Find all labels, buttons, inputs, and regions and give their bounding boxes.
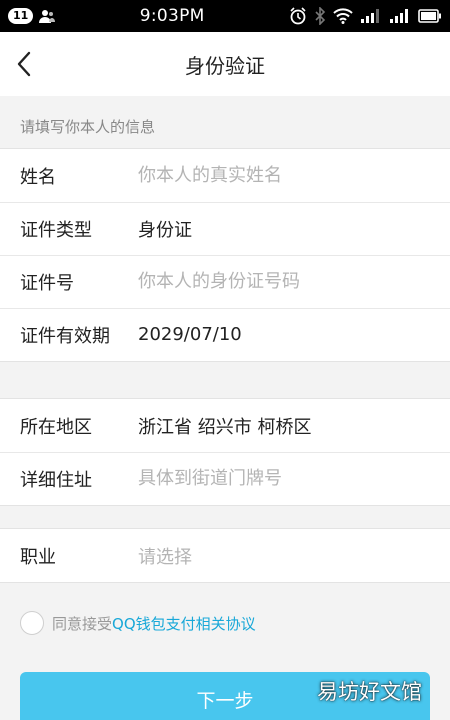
wifi-icon	[333, 8, 353, 24]
job-form-group: 职业 请选择	[0, 528, 450, 583]
id-type-label: 证件类型	[20, 219, 92, 241]
address-form-group: 所在地区 浙江省 绍兴市 柯桥区 详细住址	[0, 398, 450, 506]
page-title: 身份验证	[185, 53, 265, 78]
nav-bar: 身份验证	[0, 32, 450, 96]
section-hint: 请填写你本人的信息	[0, 96, 450, 148]
name-input[interactable]	[138, 165, 450, 186]
id-expiry-value[interactable]: 2029/07/10	[138, 324, 450, 345]
id-type-value[interactable]: 身份证	[138, 216, 450, 242]
region-value[interactable]: 浙江省 绍兴市 柯桥区	[138, 413, 450, 439]
status-time: 9:03PM	[139, 6, 205, 26]
bluetooth-icon	[315, 7, 326, 25]
address-row[interactable]: 详细住址	[0, 452, 450, 505]
battery-icon	[418, 9, 441, 23]
chevron-left-icon	[17, 51, 31, 77]
region-row[interactable]: 所在地区 浙江省 绍兴市 柯桥区	[0, 399, 450, 452]
id-number-row[interactable]: 证件号	[0, 255, 450, 308]
name-row[interactable]: 姓名	[0, 149, 450, 202]
agreement-prefix: 同意接受	[52, 614, 113, 633]
id-expiry-label: 证件有效期	[20, 325, 110, 347]
agreement-row: 同意接受 QQ钱包支付相关协议	[0, 583, 450, 663]
agreement-link[interactable]: QQ钱包支付相关协议	[112, 613, 256, 634]
address-value	[138, 468, 450, 489]
id-expiry-row[interactable]: 证件有效期 2029/07/10	[0, 308, 450, 361]
contacts-icon	[39, 10, 56, 23]
status-right	[289, 7, 442, 25]
id-number-label: 证件号	[20, 272, 74, 294]
signal-icon-2	[390, 9, 408, 23]
region-label: 所在地区	[20, 416, 92, 438]
id-type-row[interactable]: 证件类型 身份证	[0, 202, 450, 255]
status-left: 11	[8, 8, 56, 24]
name-value	[138, 165, 450, 186]
address-label: 详细住址	[20, 469, 92, 491]
watermark: 易坊好文馆	[317, 680, 422, 704]
job-row[interactable]: 职业 请选择	[0, 529, 450, 582]
signal-icon-1	[361, 9, 379, 23]
id-number-input[interactable]	[138, 271, 450, 292]
alarm-icon	[290, 7, 306, 25]
name-label: 姓名	[20, 166, 56, 188]
notification-badge: 11	[8, 8, 34, 24]
next-button-label: 下一步	[196, 690, 254, 712]
id-number-value	[138, 271, 450, 292]
agreement-checkbox[interactable]	[20, 611, 44, 635]
job-select[interactable]: 请选择	[138, 543, 450, 569]
job-label: 职业	[20, 546, 56, 568]
back-button[interactable]	[6, 46, 42, 82]
status-bar: 11 9:03PM	[0, 0, 450, 32]
address-input[interactable]	[138, 468, 450, 489]
identity-form-group: 姓名 证件类型 身份证 证件号 证件有效期 2029/07/10	[0, 148, 450, 362]
